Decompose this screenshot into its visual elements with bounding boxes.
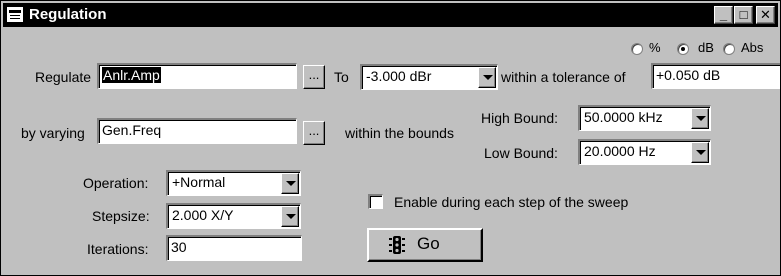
target-select[interactable]: -3.000 dBr bbox=[360, 64, 498, 90]
tolerance-value: +0.050 dB bbox=[656, 67, 721, 83]
unit-abs-label: Abs bbox=[741, 40, 764, 55]
target-value: -3.000 dBr bbox=[366, 68, 432, 84]
operation-value: +Normal bbox=[172, 174, 226, 190]
minimize-button[interactable]: _ bbox=[714, 6, 733, 24]
window-icon[interactable] bbox=[7, 7, 23, 22]
operation-dropdown-arrow-icon[interactable] bbox=[281, 173, 299, 194]
stepsize-value: 2.000 X/Y bbox=[172, 207, 234, 223]
iterations-value: 30 bbox=[171, 239, 187, 255]
iterations-input[interactable]: 30 bbox=[166, 235, 302, 261]
stepsize-dropdown-arrow-icon[interactable] bbox=[281, 206, 299, 227]
unit-percent-label: % bbox=[649, 40, 661, 55]
regulate-input[interactable]: Anlr.Amp bbox=[97, 63, 297, 89]
high-bound-value: 50.0000 kHz bbox=[584, 109, 663, 125]
varying-label: by varying bbox=[21, 125, 85, 141]
regulation-window: Regulation _ □ ✕ % dB Abs Regulate Anlr.… bbox=[0, 0, 781, 276]
unit-db-radio[interactable] bbox=[677, 43, 689, 55]
close-button[interactable]: ✕ bbox=[756, 6, 775, 24]
go-button[interactable]: Go bbox=[367, 228, 483, 262]
unit-percent-radio[interactable] bbox=[631, 43, 643, 55]
high-bound-dropdown-arrow-icon[interactable] bbox=[691, 108, 709, 129]
tolerance-label: within a tolerance of bbox=[501, 69, 626, 85]
unit-db-label: dB bbox=[698, 40, 714, 55]
stepsize-select[interactable]: 2.000 X/Y bbox=[166, 203, 301, 229]
bounds-label: within the bounds bbox=[345, 125, 454, 141]
operation-label: Operation: bbox=[83, 175, 149, 191]
regulate-value: Anlr.Amp bbox=[102, 67, 161, 83]
traffic-light-icon bbox=[389, 236, 405, 254]
regulate-browse-button[interactable]: ... bbox=[303, 65, 325, 89]
low-bound-dropdown-arrow-icon[interactable] bbox=[691, 142, 709, 163]
varying-value: Gen.Freq bbox=[102, 122, 162, 138]
maximize-button[interactable]: □ bbox=[734, 6, 753, 24]
high-bound-select[interactable]: 50.0000 kHz bbox=[578, 105, 711, 131]
operation-select[interactable]: +Normal bbox=[166, 170, 301, 196]
sweep-checkbox[interactable] bbox=[368, 194, 383, 209]
title-bar[interactable]: Regulation _ □ ✕ bbox=[3, 3, 778, 27]
iterations-label: Iterations: bbox=[87, 241, 149, 257]
regulate-label: Regulate bbox=[35, 69, 92, 85]
stepsize-label: Stepsize: bbox=[92, 208, 150, 224]
low-bound-select[interactable]: 20.0000 Hz bbox=[578, 139, 711, 165]
low-bound-label: Low Bound: bbox=[484, 145, 558, 161]
to-label: To bbox=[334, 69, 349, 85]
target-dropdown-arrow-icon[interactable] bbox=[478, 67, 496, 88]
varying-input[interactable]: Gen.Freq bbox=[97, 118, 297, 144]
tolerance-input[interactable]: +0.050 dB bbox=[651, 63, 780, 89]
high-bound-label: High Bound: bbox=[481, 110, 559, 126]
go-button-label: Go bbox=[417, 234, 440, 253]
sweep-checkbox-label[interactable]: Enable during each step of the sweep bbox=[394, 194, 628, 210]
low-bound-value: 20.0000 Hz bbox=[584, 143, 656, 159]
unit-abs-radio[interactable] bbox=[723, 43, 735, 55]
varying-browse-button[interactable]: ... bbox=[303, 121, 325, 145]
window-title: Regulation bbox=[29, 6, 107, 23]
